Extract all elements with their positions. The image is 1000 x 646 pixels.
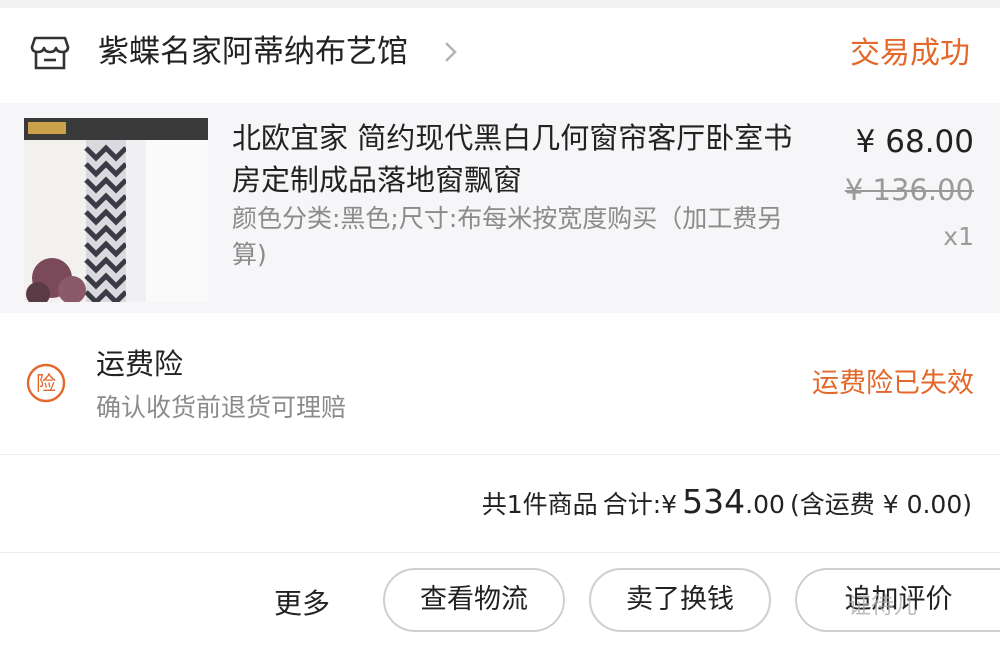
more-button[interactable]: 更多: [274, 584, 330, 624]
shipping-insurance-row[interactable]: 险 运费险 确认收货前退货可理赔 运费险已失效: [0, 330, 1000, 440]
insurance-badge-text: 险: [36, 371, 56, 395]
currency-symbol: ¥: [661, 490, 678, 519]
watermark: 证待儿: [848, 593, 917, 619]
total-label: 合计:: [602, 490, 662, 519]
order-status: 交易成功: [850, 36, 970, 71]
chevron-right-icon[interactable]: [438, 37, 462, 67]
product-thumbnail[interactable]: [24, 118, 208, 302]
divider: [0, 454, 1000, 455]
total-amount-decimal: .00: [745, 490, 785, 519]
view-logistics-button[interactable]: 查看物流: [383, 568, 565, 632]
store-icon: [30, 36, 70, 70]
insurance-badge-icon: 险: [26, 363, 66, 403]
shop-header[interactable]: 紫蝶名家阿蒂纳布艺馆 交易成功: [0, 20, 1000, 90]
product-quantity: x1: [943, 222, 974, 251]
product-item[interactable]: 北欧宜家 简约现代黑白几何窗帘客厅卧室书房定制成品落地窗飘窗 颜色分类:黑色;尺…: [0, 103, 1000, 313]
shipping-fee: (含运费 ¥ 0.00): [790, 490, 972, 519]
divider: [0, 552, 1000, 553]
total-amount-integer: 534: [682, 482, 746, 521]
insurance-subtitle: 确认收货前退货可理赔: [96, 393, 347, 422]
resell-button[interactable]: 卖了换钱: [589, 568, 771, 632]
product-price: ¥ 68.00: [855, 124, 974, 160]
order-total: 共1件商品 合计:¥ 534.00 (含运费 ¥ 0.00): [482, 482, 972, 534]
insurance-title: 运费险: [96, 347, 184, 381]
product-title[interactable]: 北欧宜家 简约现代黑白几何窗帘客厅卧室书房定制成品落地窗飘窗: [232, 117, 812, 201]
shop-name[interactable]: 紫蝶名家阿蒂纳布艺馆: [98, 30, 408, 74]
original-price: ¥ 136.00: [844, 173, 974, 207]
product-spec: 颜色分类:黑色;尺寸:布每米按宽度购买（加工费另算): [232, 204, 783, 269]
item-count: 共1件商品: [481, 490, 598, 519]
insurance-status: 运费险已失效: [812, 368, 974, 399]
